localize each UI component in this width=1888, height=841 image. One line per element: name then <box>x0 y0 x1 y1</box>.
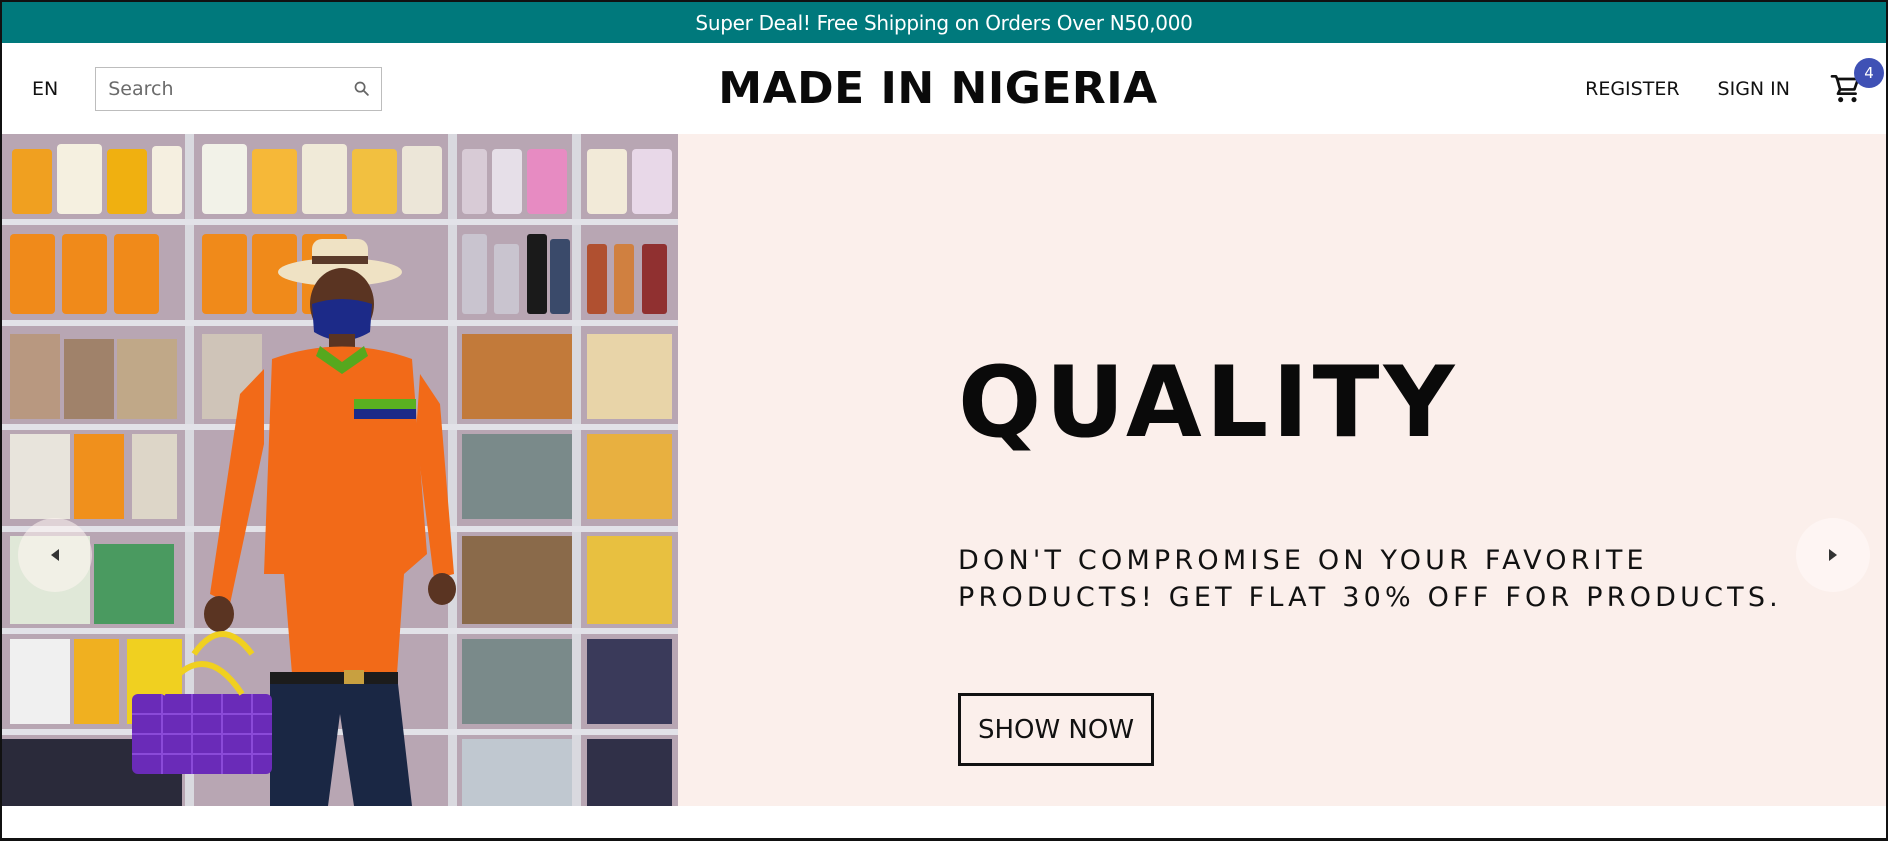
slider-prev-button[interactable] <box>18 518 92 592</box>
logo-text[interactable]: MADE IN NIGERIA <box>718 63 1157 114</box>
slider-next-button[interactable] <box>1796 518 1870 592</box>
cart-count-badge: 4 <box>1854 57 1884 88</box>
cart-button[interactable]: 4 <box>1828 57 1884 107</box>
navbar: EN MADE IN NIGERIA REGISTER SIGN IN <box>2 43 1886 134</box>
search-input[interactable] <box>106 76 352 101</box>
sign-in-link[interactable]: SIGN IN <box>1718 78 1790 100</box>
language-selector[interactable]: EN <box>32 78 58 100</box>
page-bottom <box>2 806 1886 838</box>
announcement-text: Super Deal! Free Shipping on Orders Over… <box>695 10 1193 35</box>
hero-image <box>2 134 678 806</box>
hero-slider: QUALITY DON'T COMPROMISE ON YOUR FAVORIT… <box>2 134 1886 806</box>
show-now-button[interactable]: SHOW NOW <box>958 693 1154 766</box>
search-icon[interactable] <box>351 79 371 99</box>
search-container <box>95 66 383 111</box>
slide-description: DON'T COMPROMISE ON YOUR FAVORITE PRODUC… <box>958 545 1782 613</box>
slide-title: QUALITY <box>958 346 1459 460</box>
arrow-left-icon <box>51 549 59 561</box>
register-link[interactable]: REGISTER <box>1585 78 1679 100</box>
page: Super Deal! Free Shipping on Orders Over… <box>0 0 1888 841</box>
navbar-left: EN <box>32 43 383 134</box>
arrow-right-icon <box>1829 549 1837 561</box>
announcement-bar: Super Deal! Free Shipping on Orders Over… <box>2 2 1886 43</box>
navbar-right: REGISTER SIGN IN 4 <box>1585 43 1884 134</box>
slide-content: QUALITY DON'T COMPROMISE ON YOUR FAVORIT… <box>958 354 1838 766</box>
